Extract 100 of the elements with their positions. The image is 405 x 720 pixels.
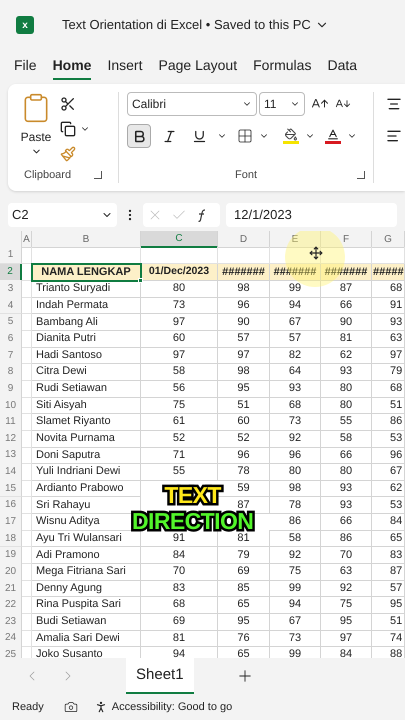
header-cell: ##### bbox=[372, 264, 405, 282]
copy-icon[interactable] bbox=[60, 121, 76, 137]
table-cell: 98 bbox=[270, 480, 321, 498]
header-cell: NAMA LENGKAP bbox=[32, 264, 141, 282]
table-cell: 73 bbox=[141, 296, 218, 314]
column-header[interactable]: C bbox=[141, 231, 218, 248]
table-cell: 97 bbox=[218, 346, 270, 364]
column-header[interactable]: A bbox=[22, 231, 32, 248]
table-cell: 65 bbox=[218, 596, 270, 614]
table-cell: 71 bbox=[141, 446, 218, 464]
row-header[interactable]: 6 bbox=[0, 330, 22, 348]
table-cell: Budi Setiawan bbox=[32, 613, 141, 631]
header-cell: 01/Dec/2023 bbox=[141, 264, 218, 282]
column-header[interactable]: G bbox=[372, 231, 405, 248]
row-header[interactable]: 4 bbox=[0, 296, 22, 314]
dialog-launcher-icon[interactable] bbox=[94, 170, 102, 179]
row-header[interactable]: 12 bbox=[0, 430, 22, 448]
accessibility-status[interactable]: Accessibility: Good to go bbox=[112, 698, 232, 716]
table-cell: 80 bbox=[270, 463, 321, 481]
table-cell: 69 bbox=[141, 613, 218, 631]
column-header[interactable]: E bbox=[270, 231, 321, 248]
row-header[interactable]: 17 bbox=[0, 513, 22, 531]
row-header[interactable]: 9 bbox=[0, 380, 22, 398]
table-cell: Trianto Suryadi bbox=[32, 280, 141, 298]
table-cell: Slamet Riyanto bbox=[32, 413, 141, 431]
table-cell: 96 bbox=[218, 446, 270, 464]
table-cell: 93 bbox=[372, 314, 405, 332]
table-cell: 80 bbox=[321, 396, 372, 414]
table-cell: 80 bbox=[321, 463, 372, 481]
column-header[interactable]: F bbox=[321, 231, 372, 248]
font-style-button[interactable] bbox=[127, 124, 151, 148]
macro-record-icon[interactable] bbox=[64, 700, 78, 714]
table-cell: 98 bbox=[218, 363, 270, 381]
formula-field[interactable]: 12/1/2023 bbox=[226, 203, 397, 227]
table-cell: 66 bbox=[321, 296, 372, 314]
fill-handle-icon[interactable] bbox=[138, 278, 143, 284]
format-painter-icon[interactable] bbox=[60, 146, 76, 162]
row-header[interactable]: 20 bbox=[0, 563, 22, 581]
ribbon-tab[interactable]: File bbox=[14, 54, 37, 80]
table-cell: 91 bbox=[372, 296, 405, 314]
scissors-icon[interactable] bbox=[60, 96, 76, 112]
ribbon-tab[interactable]: Formulas bbox=[253, 54, 312, 80]
row-header[interactable]: 8 bbox=[0, 363, 22, 381]
table-cell: Hadi Santoso bbox=[32, 346, 141, 364]
align-left-icon[interactable] bbox=[386, 128, 402, 144]
table-cell: 67 bbox=[270, 314, 321, 332]
row-header[interactable]: 18 bbox=[0, 530, 22, 548]
row-header[interactable]: 25 bbox=[0, 646, 22, 658]
table-cell: 70 bbox=[141, 563, 218, 581]
table-cell: 51 bbox=[372, 396, 405, 414]
row-header[interactable]: 15 bbox=[0, 480, 22, 498]
row-header[interactable]: 23 bbox=[0, 613, 22, 631]
underline-icon bbox=[192, 128, 206, 144]
table-cell: 95 bbox=[372, 596, 405, 614]
table-cell: Rina Puspita Sari bbox=[32, 596, 141, 614]
row-header[interactable]: 1 bbox=[0, 247, 22, 264]
ribbon-tab[interactable]: Home bbox=[52, 54, 92, 80]
font-size-field[interactable]: 11 bbox=[259, 92, 305, 116]
table-cell: 68 bbox=[372, 280, 405, 298]
font-color-icon[interactable] bbox=[325, 128, 341, 144]
table-cell: 95 bbox=[321, 613, 372, 631]
table-cell: Rudi Setiawan bbox=[32, 380, 141, 398]
table-cell: 60 bbox=[218, 413, 270, 431]
table-cell: Dianita Putri bbox=[32, 330, 141, 348]
table-cell: 55 bbox=[321, 413, 372, 431]
table-cell: 86 bbox=[321, 530, 372, 548]
table-cell: 61 bbox=[141, 413, 218, 431]
paste-label[interactable]: Paste bbox=[20, 128, 52, 146]
table-cell: 87 bbox=[372, 563, 405, 581]
borders-icon[interactable] bbox=[237, 128, 253, 144]
table-cell: 62 bbox=[321, 346, 372, 364]
row-header[interactable]: 22 bbox=[0, 596, 22, 614]
row-header[interactable]: 11 bbox=[0, 413, 22, 431]
sheet-tab[interactable]: Sheet1 bbox=[126, 658, 194, 694]
table-cell: 60 bbox=[141, 330, 218, 348]
table-cell: 93 bbox=[270, 380, 321, 398]
column-header[interactable]: D bbox=[218, 231, 270, 248]
window-title: Text Orientation di Excel • Saved to this PC bbox=[62, 16, 311, 34]
ribbon-tab[interactable]: Page Layout bbox=[158, 54, 238, 80]
table-cell: 53 bbox=[372, 430, 405, 448]
table-cell: 74 bbox=[372, 630, 405, 648]
table-cell: Yuli Indriani Dewi bbox=[32, 463, 141, 481]
table-cell: 75 bbox=[270, 563, 321, 581]
dialog-launcher-icon[interactable] bbox=[356, 170, 365, 179]
table-cell: 83 bbox=[372, 546, 405, 564]
table-cell: Ardianto Prabowo bbox=[32, 480, 141, 498]
ribbon-tab[interactable]: Insert bbox=[107, 54, 142, 80]
move-cursor-icon bbox=[309, 246, 323, 260]
group-label: Clipboard bbox=[24, 168, 72, 182]
name-box[interactable]: C2 bbox=[8, 203, 117, 227]
table-cell: 83 bbox=[141, 580, 218, 598]
table-cell: Bambang Ali bbox=[32, 314, 141, 332]
font-name-field[interactable]: Calibri bbox=[127, 92, 257, 116]
align-center-icon[interactable] bbox=[386, 96, 402, 112]
table-cell: 73 bbox=[270, 413, 321, 431]
row-header[interactable]: 14 bbox=[0, 463, 22, 481]
ribbon-tab[interactable]: Data bbox=[327, 54, 358, 80]
table-cell: 96 bbox=[218, 296, 270, 314]
fill-color-icon[interactable] bbox=[283, 128, 299, 144]
row-header[interactable]: 3 bbox=[0, 280, 22, 298]
